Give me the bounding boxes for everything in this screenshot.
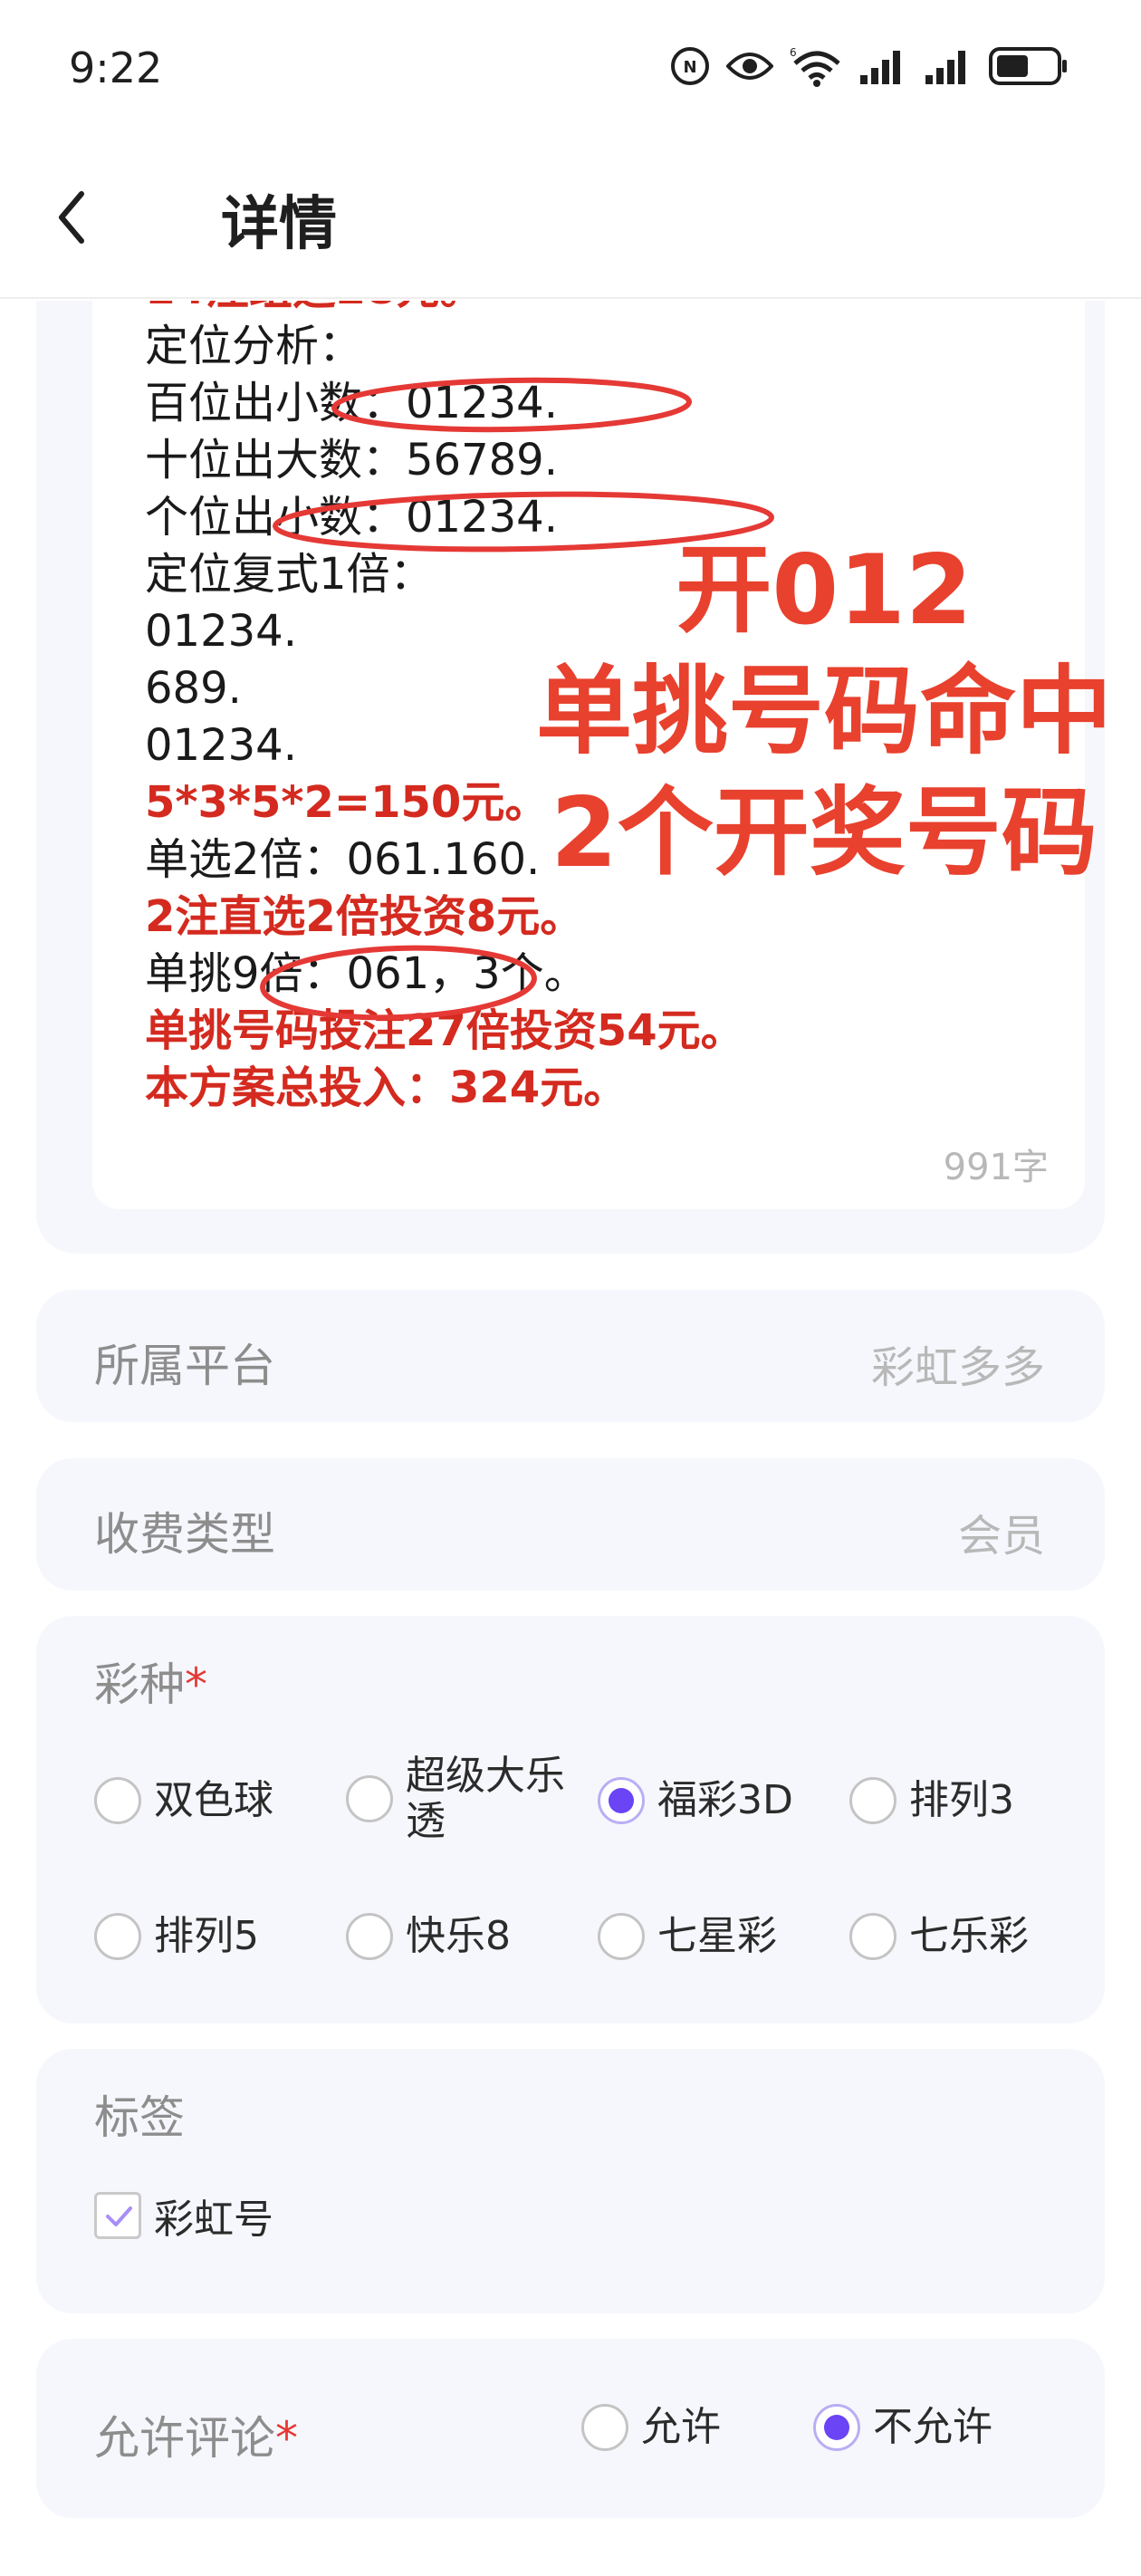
lottery-option-pailie5[interactable]: 排列5 (94, 1913, 259, 1960)
lottery-type-card: 彩种* 双色球 超级大乐透 福彩3D 排列3 排列5 快乐8 七星彩 七乐彩 (36, 1616, 1105, 2023)
overlay-line: 2个开奖号码 (551, 777, 1098, 889)
lottery-option-fucai3d[interactable]: 福彩3D (598, 1777, 793, 1824)
allow-comments-card: 允许评论* 允许 不允许 (36, 2339, 1105, 2518)
svg-text:N: N (683, 58, 696, 77)
tag-checkbox-caihonghao[interactable]: 彩虹号 (94, 2187, 273, 2244)
check-icon (106, 2206, 132, 2226)
comments-option-allow[interactable]: 允许 (581, 2404, 721, 2451)
radio-circle-selected (813, 2404, 860, 2451)
overlay-line: 单挑号码命中 (536, 656, 1112, 767)
tags-label: 标签 (94, 2091, 185, 2144)
content-line: 14注组选28元。 (145, 301, 1078, 318)
content-line: 定位分析： (145, 321, 363, 371)
fee-type-value: 会员 (957, 1511, 1045, 1562)
lottery-option-pailie3[interactable]: 排列3 (849, 1777, 1014, 1824)
char-count: 991字 (943, 1147, 1049, 1188)
platform-value: 彩虹多多 (870, 1342, 1045, 1393)
fee-type-row[interactable]: 收费类型 会员 (36, 1458, 1105, 1591)
page-header: 详情 (0, 136, 1141, 299)
tags-card: 标签 彩虹号 (36, 2049, 1105, 2313)
radio-circle (581, 2404, 628, 2451)
radio-circle (346, 1775, 393, 1822)
allow-comments-label: 允许评论* (94, 2412, 298, 2465)
content-line: 百位出小数：01234. (145, 378, 558, 428)
signal-icon-1 (858, 48, 907, 84)
status-icons: N 6 (670, 45, 1069, 87)
lottery-option-qilecai[interactable]: 七乐彩 (849, 1913, 1029, 1960)
overlay-annotation: 开012 单挑号码命中 2个开奖号码 (507, 530, 1141, 894)
lottery-option-kuaile8[interactable]: 快乐8 (346, 1913, 511, 1960)
radio-circle (849, 1913, 896, 1960)
content-line: 单挑9倍：061，3个。 (145, 948, 588, 999)
lottery-option-daletou[interactable]: 超级大乐透 (346, 1754, 569, 1844)
lottery-type-label: 彩种* (94, 1658, 207, 1711)
lottery-option-shuangseqiu[interactable]: 双色球 (94, 1777, 273, 1824)
radio-circle (849, 1777, 896, 1824)
eye-icon (726, 48, 773, 84)
content-line: 本方案总投入：324元。 (145, 1062, 628, 1113)
svg-text:6: 6 (790, 46, 797, 59)
content-line: 十位出大数：56789. (145, 435, 558, 485)
checkbox-checked (94, 2192, 141, 2239)
platform-label: 所属平台 (94, 1340, 275, 1392)
content-line: 单挑号码投注27倍投资54元。 (145, 1005, 744, 1056)
signal-icon-2 (924, 48, 973, 84)
wifi-6-icon: 6 (790, 45, 842, 87)
platform-row[interactable]: 所属平台 彩虹多多 (36, 1290, 1105, 1422)
radio-circle (94, 1913, 141, 1960)
radio-circle (598, 1913, 645, 1960)
radio-circle (346, 1913, 393, 1960)
battery-icon (989, 46, 1069, 86)
fee-type-label: 收费类型 (94, 1508, 275, 1561)
radio-circle-selected (598, 1777, 645, 1824)
content-line: 2注直选2倍投资8元。 (145, 891, 584, 942)
radio-circle (94, 1777, 141, 1824)
status-bar: 9:22 N 6 (0, 0, 1141, 136)
back-arrow-icon[interactable] (45, 181, 100, 254)
status-time: 9:22 (69, 43, 163, 92)
lottery-option-qixingcai[interactable]: 七星彩 (598, 1913, 777, 1960)
page-title: 详情 (221, 191, 337, 258)
comments-option-disallow[interactable]: 不允许 (813, 2404, 992, 2451)
nfc-icon: N (670, 46, 710, 86)
overlay-line: 开012 (676, 534, 973, 646)
